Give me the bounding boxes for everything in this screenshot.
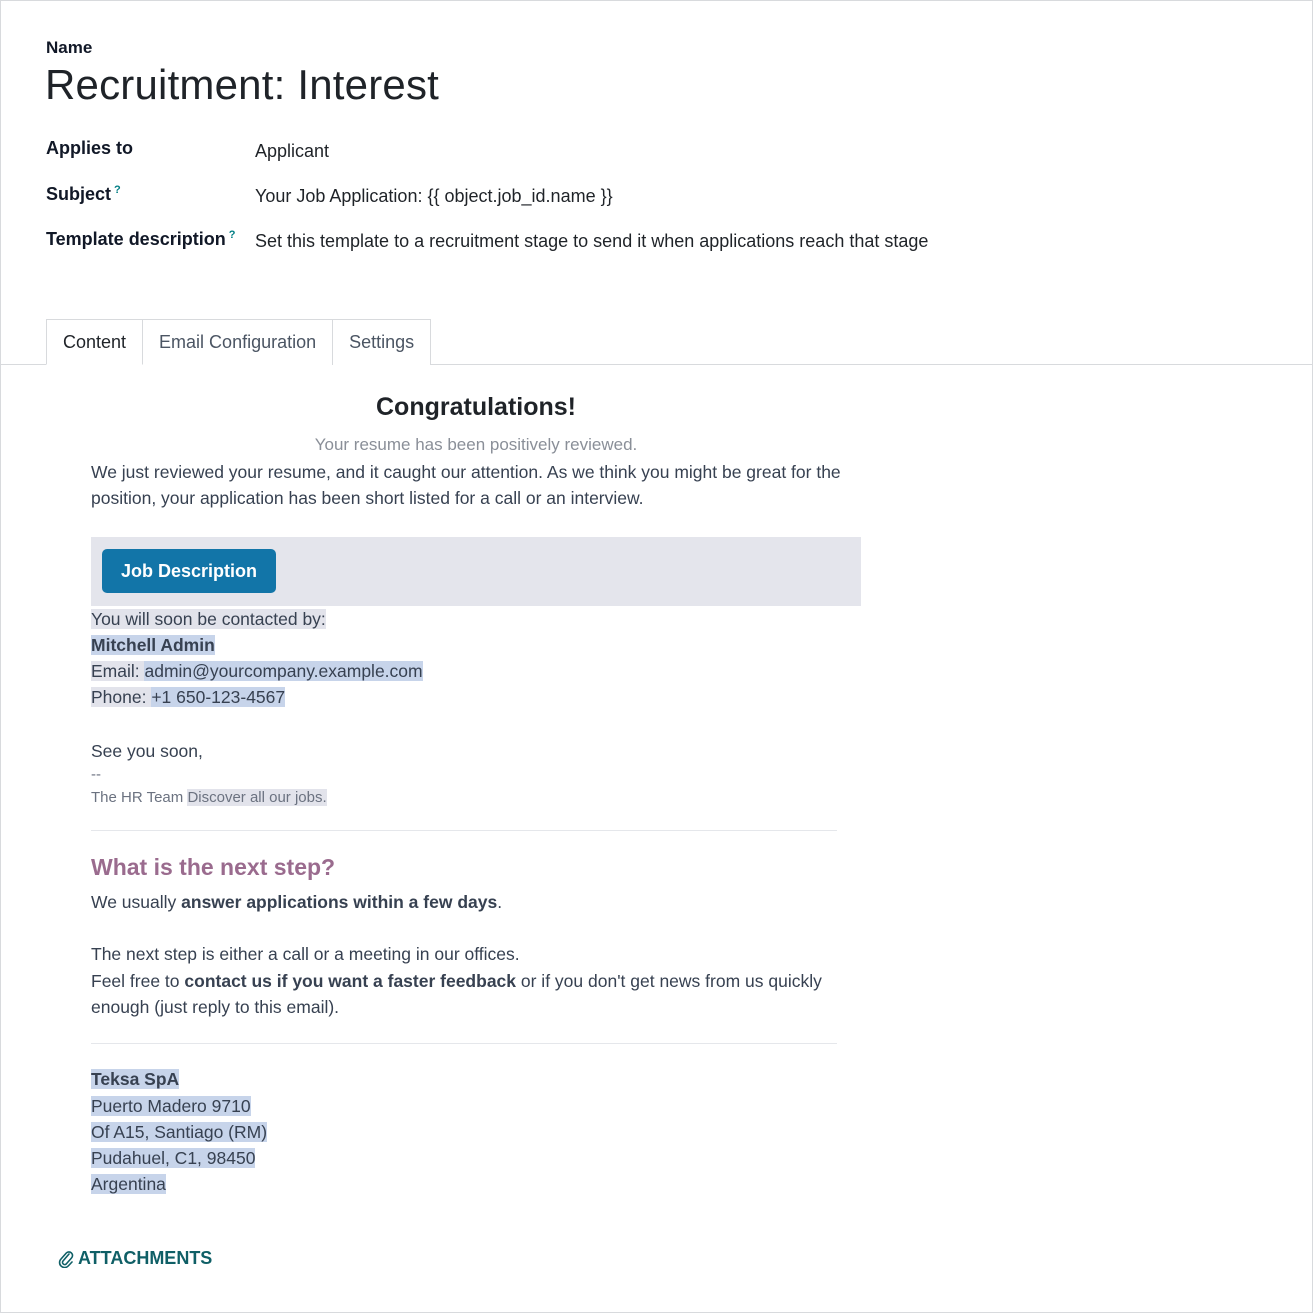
address-line-2: Of A15, Santiago (RM) bbox=[91, 1122, 268, 1143]
company-name-text: Teksa SpA bbox=[91, 1069, 180, 1089]
button-container: Job Description bbox=[91, 537, 861, 606]
signature: The HR Team Discover all our jobs. bbox=[91, 789, 327, 806]
subject-help-icon[interactable]: ? bbox=[114, 184, 121, 196]
email-prefix: Email: bbox=[91, 661, 145, 681]
email-intro: We just reviewed your resume, and it cau… bbox=[91, 459, 861, 511]
next-step-line: The next step is either a call or a meet… bbox=[91, 944, 520, 964]
template-form: Name Recruitment: Interest Applies to Ap… bbox=[0, 0, 1313, 1313]
feel-free-line2: enough (just reply to this email). bbox=[91, 997, 340, 1017]
contact-email: Email: admin@yourcompany.example.com bbox=[91, 661, 423, 682]
feel-free-line: Feel free to contact us if you want a fa… bbox=[91, 971, 822, 992]
address-line-4: Argentina bbox=[91, 1174, 166, 1195]
hr-team-text: The HR Team bbox=[91, 789, 188, 806]
address-line-1-text: Puerto Madero 9710 bbox=[91, 1096, 251, 1116]
contact-name-text: Mitchell Admin bbox=[91, 635, 215, 655]
email-heading: Congratulations! bbox=[376, 393, 576, 421]
paperclip-icon bbox=[58, 1250, 74, 1268]
applies-to-field[interactable]: Applicant bbox=[255, 141, 329, 162]
answer-bold: answer applications within a few days bbox=[181, 892, 498, 912]
answer-prefix: We usually bbox=[91, 892, 182, 912]
address-line-3: Pudahuel, C1, 98450 bbox=[91, 1148, 256, 1169]
email-intro-line1: We just reviewed your resume, and it cau… bbox=[91, 462, 841, 482]
template-description-help-icon[interactable]: ? bbox=[229, 229, 236, 241]
answer-line: We usually answer applications within a … bbox=[91, 892, 502, 913]
address-line-1: Puerto Madero 9710 bbox=[91, 1096, 251, 1117]
email-subheading: Your resume has been positively reviewed… bbox=[314, 435, 638, 454]
contact-intro-text: You will soon be contacted by: bbox=[91, 609, 326, 629]
template-name-field[interactable]: Recruitment: Interest bbox=[45, 61, 439, 109]
subject-label: Subject? bbox=[46, 184, 121, 205]
contact-name: Mitchell Admin bbox=[91, 635, 215, 656]
template-description-label-text: Template description bbox=[46, 229, 226, 249]
attachments-button[interactable]: ATTACHMENTS bbox=[58, 1248, 212, 1269]
tab-settings[interactable]: Settings bbox=[332, 319, 432, 365]
notebook-tabs: Content Email Configuration Settings bbox=[46, 319, 432, 365]
name-label: Name bbox=[46, 38, 93, 57]
feel-free-bold: contact us if you want a faster feedback bbox=[184, 971, 517, 991]
see-you-soon: See you soon, bbox=[91, 741, 203, 761]
attachments-label: ATTACHMENTS bbox=[78, 1248, 213, 1268]
address-line-2-text: Of A15, Santiago (RM) bbox=[91, 1122, 268, 1142]
phone-prefix: Phone: bbox=[91, 687, 152, 707]
email-intro-line2: position, your application has been shor… bbox=[91, 488, 644, 508]
contact-phone-link[interactable]: +1 650-123-4567 bbox=[151, 687, 286, 707]
discover-jobs-link[interactable]: Discover all our jobs. bbox=[187, 789, 327, 806]
signature-separator: -- bbox=[91, 766, 101, 783]
template-description-field[interactable]: Set this template to a recruitment stage… bbox=[255, 231, 928, 252]
divider-1 bbox=[91, 830, 837, 831]
next-step-title: What is the next step? bbox=[91, 854, 336, 880]
subject-label-text: Subject bbox=[46, 184, 112, 204]
answer-suffix: . bbox=[497, 892, 503, 912]
contact-email-link[interactable]: admin@yourcompany.example.com bbox=[144, 661, 423, 681]
tab-email-configuration[interactable]: Email Configuration bbox=[142, 319, 334, 365]
subject-field[interactable]: Your Job Application: {{ object.job_id.n… bbox=[255, 186, 613, 207]
contact-phone: Phone: +1 650-123-4567 bbox=[91, 687, 286, 708]
contact-intro: You will soon be contacted by: bbox=[91, 609, 326, 630]
template-description-label: Template description? bbox=[46, 229, 235, 250]
tab-content[interactable]: Content bbox=[46, 319, 144, 365]
applies-to-label: Applies to bbox=[46, 138, 134, 158]
company-name: Teksa SpA bbox=[91, 1069, 180, 1090]
feel-free-suffix: or if you don't get news from us quickly bbox=[516, 971, 822, 991]
feel-free-prefix: Feel free to bbox=[91, 971, 185, 991]
address-line-3-text: Pudahuel, C1, 98450 bbox=[91, 1148, 256, 1168]
address-line-4-text: Argentina bbox=[91, 1174, 166, 1194]
job-description-button[interactable]: Job Description bbox=[102, 549, 277, 593]
divider-2 bbox=[91, 1043, 837, 1044]
